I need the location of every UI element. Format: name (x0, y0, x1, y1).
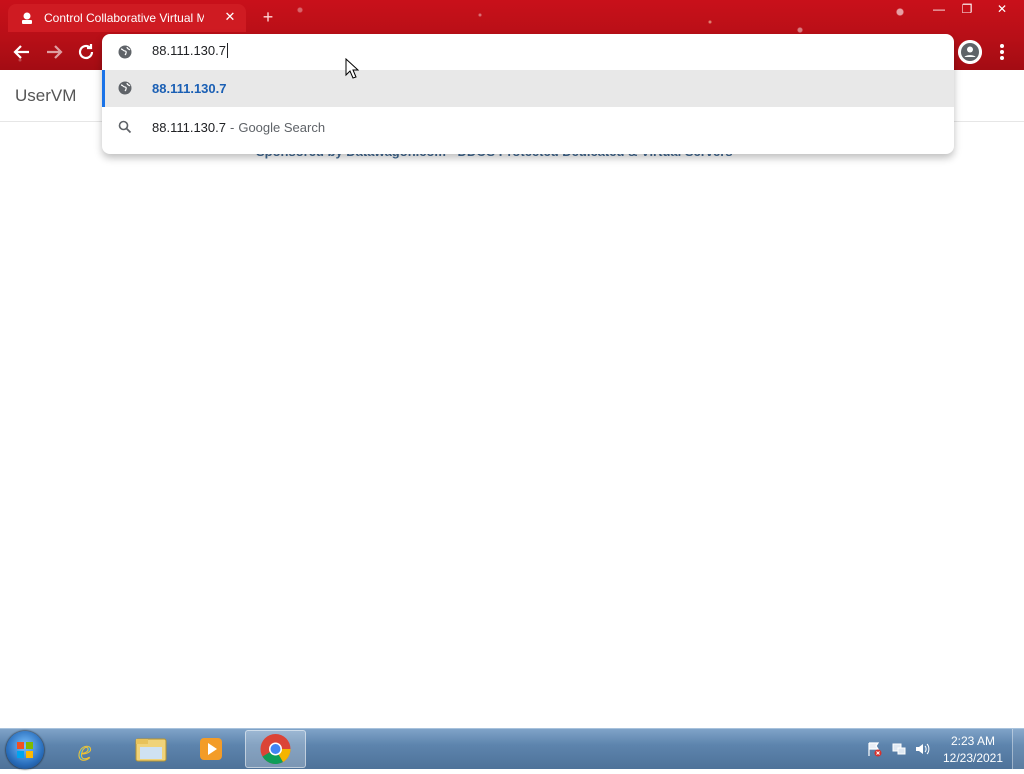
back-arrow-icon[interactable] (10, 40, 34, 64)
suggestion-search[interactable]: 88.111.130.7- Google Search (102, 108, 954, 145)
internet-explorer-icon[interactable]: e (64, 731, 118, 768)
action-center-flag-icon[interactable] (866, 741, 882, 757)
svg-text:e: e (78, 734, 91, 767)
profile-avatar-icon[interactable] (958, 40, 982, 64)
globe-icon (118, 81, 132, 95)
mouse-cursor-icon (345, 58, 359, 79)
suggestion-search-text: 88.111.130.7- Google Search (152, 120, 326, 135)
search-icon (118, 120, 132, 134)
network-icon[interactable] (891, 741, 907, 757)
web-page: UserVM Sponsored by Datawagon.com - DDOS… (0, 70, 1024, 726)
text-caret (226, 43, 228, 58)
window-maximize-button[interactable]: ❐ (953, 0, 981, 20)
start-orb[interactable] (6, 731, 44, 769)
window-close-button[interactable]: ✕ (983, 0, 1021, 20)
windows-explorer-icon[interactable] (124, 731, 178, 767)
reload-icon[interactable] (74, 40, 98, 64)
tab-close-icon[interactable]: ✕ (222, 9, 238, 25)
omnibox-dropdown: 88.111.130.7 88.111.130.7 88.111.130.7- G… (102, 34, 954, 154)
new-tab-button[interactable]: + (258, 8, 278, 28)
kebab-menu-icon[interactable] (992, 40, 1012, 64)
selection-indicator (102, 70, 105, 107)
suggestion-url-text: 88.111.130.7 (152, 81, 227, 96)
clock-time[interactable]: 2:23 AM (940, 734, 1006, 748)
address-bar[interactable]: 88.111.130.7 (102, 34, 954, 70)
window-minimize-button[interactable]: — (925, 0, 953, 20)
chrome-icon[interactable] (245, 730, 306, 768)
taskbar: e 2:23 AM 12/23/2021 (0, 728, 1024, 769)
suggestion-url[interactable]: 88.111.130.7 (102, 70, 954, 107)
globe-icon (118, 45, 132, 59)
windows-logo-icon (17, 742, 33, 758)
forward-arrow-icon[interactable] (42, 40, 66, 64)
volume-icon[interactable] (914, 741, 930, 757)
tab-title: Control Collaborative Virtual Ma (44, 11, 204, 25)
clock-date[interactable]: 12/23/2021 (940, 751, 1006, 765)
address-input[interactable]: 88.111.130.7 (152, 43, 228, 58)
media-player-icon[interactable] (184, 731, 238, 767)
show-desktop-button[interactable] (1012, 729, 1024, 769)
favicon-icon (22, 12, 32, 24)
browser-tab[interactable]: Control Collaborative Virtual Ma ✕ (8, 4, 246, 32)
brand-link[interactable]: UserVM (15, 86, 76, 106)
